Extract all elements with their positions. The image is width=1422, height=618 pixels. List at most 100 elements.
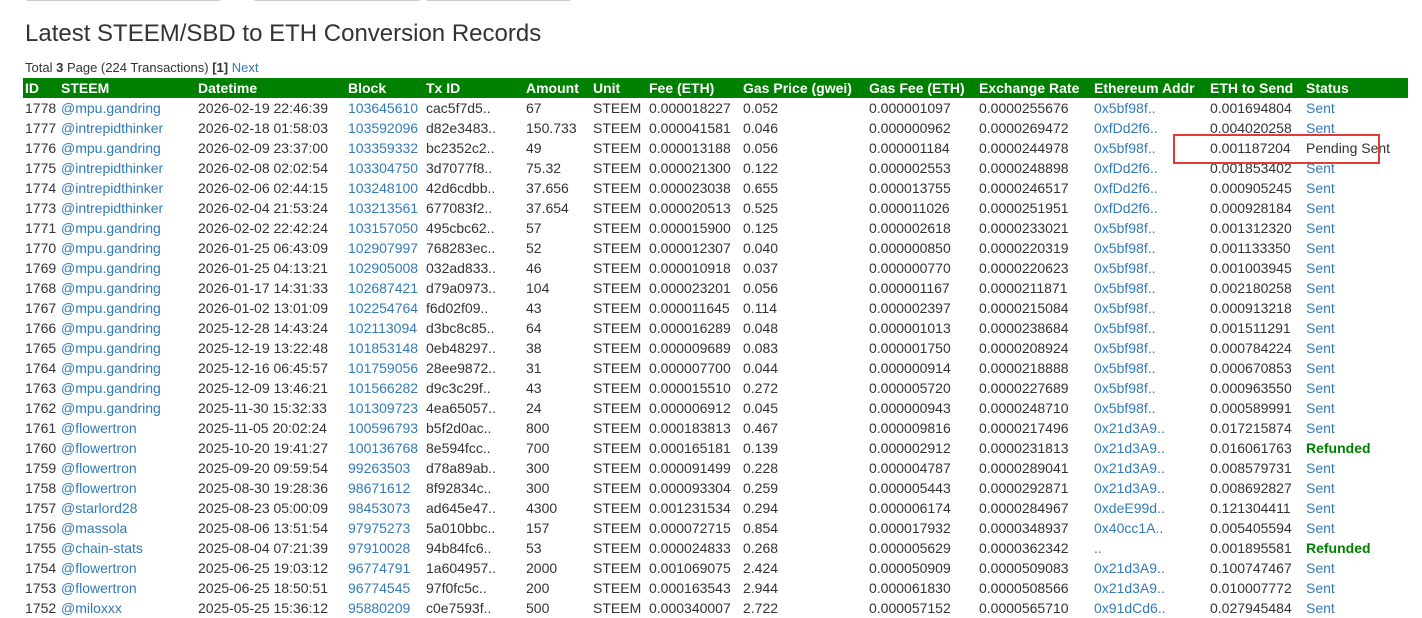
steem-user-link[interactable]: @mpu.gandring xyxy=(61,360,161,376)
eth-addr-link[interactable]: 0x21d3A9.. xyxy=(1094,440,1165,456)
status-link[interactable]: Sent xyxy=(1306,220,1335,236)
block-link[interactable]: 102905008 xyxy=(348,260,418,276)
steem-user-link[interactable]: @mpu.gandring xyxy=(61,240,161,256)
status-link[interactable]: Sent xyxy=(1306,360,1335,376)
top-button-2[interactable] xyxy=(253,0,421,1)
eth-addr-link[interactable]: 0x21d3A9.. xyxy=(1094,560,1165,576)
block-link[interactable]: 95880209 xyxy=(348,600,410,616)
block-link[interactable]: 102907997 xyxy=(348,240,418,256)
steem-user-link[interactable]: @intrepidthinker xyxy=(61,180,163,196)
eth-addr-link[interactable]: 0xdeE99d.. xyxy=(1094,500,1165,516)
block-link[interactable]: 103248100 xyxy=(348,180,418,196)
status-link[interactable]: Sent xyxy=(1306,600,1335,616)
block-link[interactable]: 103359332 xyxy=(348,140,418,156)
eth-addr-link[interactable]: 0xfDd2f6.. xyxy=(1094,200,1158,216)
status-link[interactable]: Sent xyxy=(1306,160,1335,176)
eth-addr-link[interactable]: 0x5bf98f.. xyxy=(1094,380,1156,396)
eth-addr-link[interactable]: 0xfDd2f6.. xyxy=(1094,160,1158,176)
eth-addr-link[interactable]: 0x21d3A9.. xyxy=(1094,420,1165,436)
steem-user-link[interactable]: @intrepidthinker xyxy=(61,200,163,216)
eth-addr-link[interactable]: 0x5bf98f.. xyxy=(1094,400,1156,416)
steem-user-link[interactable]: @mpu.gandring xyxy=(61,280,161,296)
status-link[interactable]: Sent xyxy=(1306,580,1335,596)
eth-addr-link[interactable]: 0x91dCd6.. xyxy=(1094,600,1166,616)
status-link[interactable]: Sent xyxy=(1306,520,1335,536)
eth-addr-link[interactable]: 0x5bf98f.. xyxy=(1094,320,1156,336)
block-link[interactable]: 97975273 xyxy=(348,520,410,536)
status-link[interactable]: Sent xyxy=(1306,300,1335,316)
block-link[interactable]: 101759056 xyxy=(348,360,418,376)
block-link[interactable]: 98453073 xyxy=(348,500,410,516)
eth-addr-link[interactable]: 0x5bf98f.. xyxy=(1094,100,1156,116)
steem-user-link[interactable]: @mpu.gandring xyxy=(61,400,161,416)
steem-user-link[interactable]: @flowertron xyxy=(61,420,137,436)
steem-user-link[interactable]: @mpu.gandring xyxy=(61,320,161,336)
block-link[interactable]: 98671612 xyxy=(348,480,410,496)
eth-addr-link[interactable]: 0x5bf98f.. xyxy=(1094,140,1156,156)
block-link[interactable]: 103592096 xyxy=(348,120,418,136)
status-link[interactable]: Sent xyxy=(1306,100,1335,116)
status-link[interactable]: Sent xyxy=(1306,180,1335,196)
eth-addr-link[interactable]: 0x5bf98f.. xyxy=(1094,360,1156,376)
status-link[interactable]: Sent xyxy=(1306,200,1335,216)
block-link[interactable]: 103645610 xyxy=(348,100,418,116)
eth-addr-link[interactable]: 0x5bf98f.. xyxy=(1094,240,1156,256)
eth-addr-link[interactable]: .. xyxy=(1094,540,1102,556)
steem-user-link[interactable]: @intrepidthinker xyxy=(61,160,163,176)
block-link[interactable]: 102113094 xyxy=(348,320,417,336)
steem-user-link[interactable]: @starlord28 xyxy=(61,500,137,516)
steem-user-link[interactable]: @mpu.gandring xyxy=(61,100,161,116)
status-link[interactable]: Sent xyxy=(1306,280,1335,296)
eth-addr-link[interactable]: 0x21d3A9.. xyxy=(1094,480,1165,496)
eth-addr-link[interactable]: 0x5bf98f.. xyxy=(1094,340,1156,356)
block-link[interactable]: 103157050 xyxy=(348,220,418,236)
status-link[interactable]: Sent xyxy=(1306,260,1335,276)
status-link[interactable]: Sent xyxy=(1306,380,1335,396)
eth-addr-link[interactable]: 0x21d3A9.. xyxy=(1094,460,1165,476)
top-button-1[interactable] xyxy=(25,0,222,1)
eth-addr-link[interactable]: 0x5bf98f.. xyxy=(1094,220,1156,236)
steem-user-link[interactable]: @mpu.gandring xyxy=(61,260,161,276)
eth-addr-link[interactable]: 0x21d3A9.. xyxy=(1094,580,1165,596)
block-link[interactable]: 103304750 xyxy=(348,160,418,176)
status-link[interactable]: Sent xyxy=(1306,340,1335,356)
eth-addr-link[interactable]: 0xfDd2f6.. xyxy=(1094,120,1158,136)
status-link[interactable]: Sent xyxy=(1306,460,1335,476)
block-link[interactable]: 101309723 xyxy=(348,400,418,416)
block-link[interactable]: 102687421 xyxy=(348,280,418,296)
steem-user-link[interactable]: @mpu.gandring xyxy=(61,140,161,156)
block-link[interactable]: 97910028 xyxy=(348,540,410,556)
status-link[interactable]: Sent xyxy=(1306,500,1335,516)
eth-addr-link[interactable]: 0x5bf98f.. xyxy=(1094,260,1156,276)
block-link[interactable]: 100136768 xyxy=(348,440,418,456)
status-link[interactable]: Sent xyxy=(1306,480,1335,496)
top-button-3[interactable] xyxy=(425,0,572,1)
block-link[interactable]: 96774545 xyxy=(348,580,410,596)
steem-user-link[interactable]: @chain-stats xyxy=(61,540,143,556)
eth-addr-link[interactable]: 0xfDd2f6.. xyxy=(1094,180,1158,196)
eth-addr-link[interactable]: 0x5bf98f.. xyxy=(1094,300,1156,316)
steem-user-link[interactable]: @flowertron xyxy=(61,560,137,576)
steem-user-link[interactable]: @flowertron xyxy=(61,440,137,456)
steem-user-link[interactable]: @mpu.gandring xyxy=(61,340,161,356)
steem-user-link[interactable]: @mpu.gandring xyxy=(61,380,161,396)
block-link[interactable]: 101566282 xyxy=(348,380,418,396)
steem-user-link[interactable]: @flowertron xyxy=(61,580,137,596)
steem-user-link[interactable]: @mpu.gandring xyxy=(61,220,161,236)
block-link[interactable]: 99263503 xyxy=(348,460,410,476)
status-link[interactable]: Sent xyxy=(1306,120,1335,136)
steem-user-link[interactable]: @miloxxx xyxy=(61,600,122,616)
steem-user-link[interactable]: @mpu.gandring xyxy=(61,300,161,316)
status-link[interactable]: Sent xyxy=(1306,400,1335,416)
eth-addr-link[interactable]: 0x40cc1A.. xyxy=(1094,520,1163,536)
block-link[interactable]: 101853148 xyxy=(348,340,418,356)
block-link[interactable]: 96774791 xyxy=(348,560,410,576)
steem-user-link[interactable]: @massola xyxy=(61,520,127,536)
eth-addr-link[interactable]: 0x5bf98f.. xyxy=(1094,280,1156,296)
next-page-link[interactable]: Next xyxy=(232,60,259,75)
status-link[interactable]: Sent xyxy=(1306,420,1335,436)
block-link[interactable]: 100596793 xyxy=(348,420,418,436)
status-link[interactable]: Sent xyxy=(1306,240,1335,256)
block-link[interactable]: 102254764 xyxy=(348,300,418,316)
block-link[interactable]: 103213561 xyxy=(348,200,418,216)
